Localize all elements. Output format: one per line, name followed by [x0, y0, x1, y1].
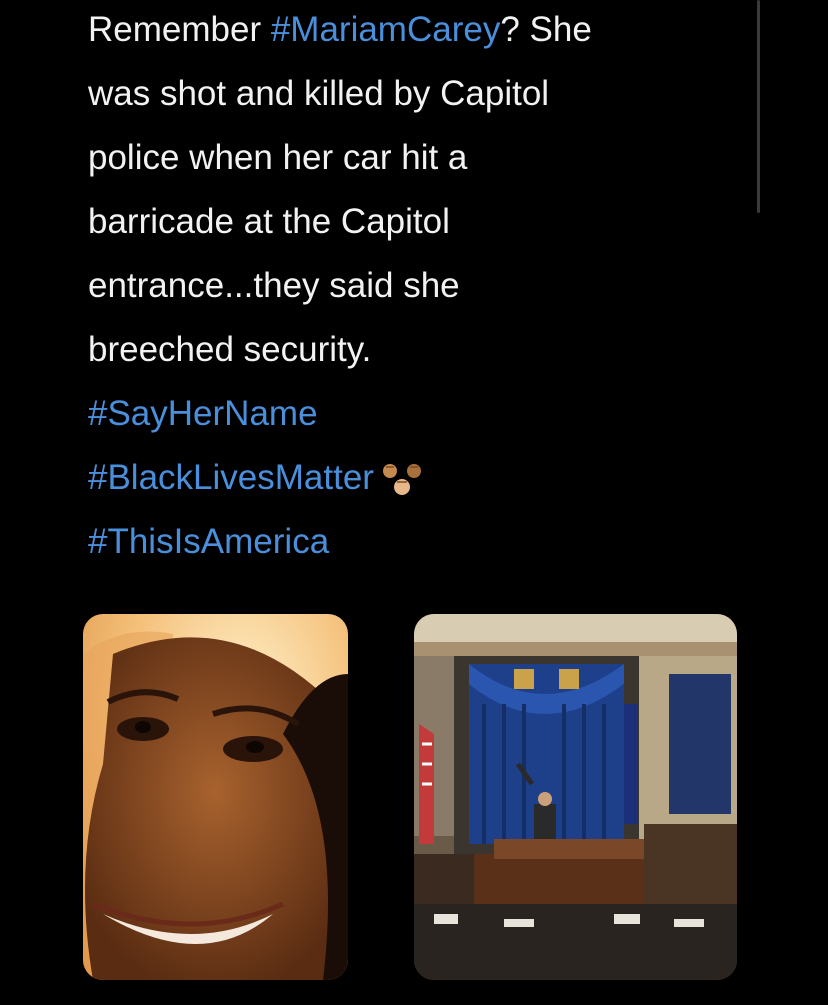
portrait-photo[interactable]: [83, 614, 348, 980]
tweet-line-4: barricade at the Capitol: [88, 202, 450, 241]
tweet-line-2: was shot and killed by Capitol: [88, 74, 550, 113]
hashtag-link-blacklivesmatter[interactable]: #BlackLivesMatter: [88, 458, 374, 497]
tweet-text-segment: ? She: [500, 10, 592, 49]
hashtag-link-sayhername[interactable]: #SayHerName: [88, 394, 318, 433]
hashtag-link-thisisamerica[interactable]: #ThisIsAmerica: [88, 522, 329, 561]
tweet-line-1: Remember #MariamCarey? She: [88, 0, 768, 62]
hashtag-link-mariamcarey[interactable]: #MariamCarey: [271, 10, 501, 49]
hashtag-line-1: #SayHerName: [88, 382, 768, 446]
tweet-line-5: entrance...they said she: [88, 266, 460, 305]
tweet-line-6: breeched security.: [88, 330, 372, 369]
raised-fists-emoji-icon: [380, 456, 426, 496]
tweet-text: Remember #MariamCarey? She was shot and …: [88, 0, 768, 574]
senate-chamber-photo[interactable]: [414, 614, 737, 980]
tweet-line-3: police when her car hit a: [88, 138, 468, 177]
hashtag-line-2: #BlackLivesMatter: [88, 446, 768, 510]
hashtag-line-3: #ThisIsAmerica: [88, 510, 768, 574]
tweet-text-segment: Remember: [88, 10, 271, 49]
